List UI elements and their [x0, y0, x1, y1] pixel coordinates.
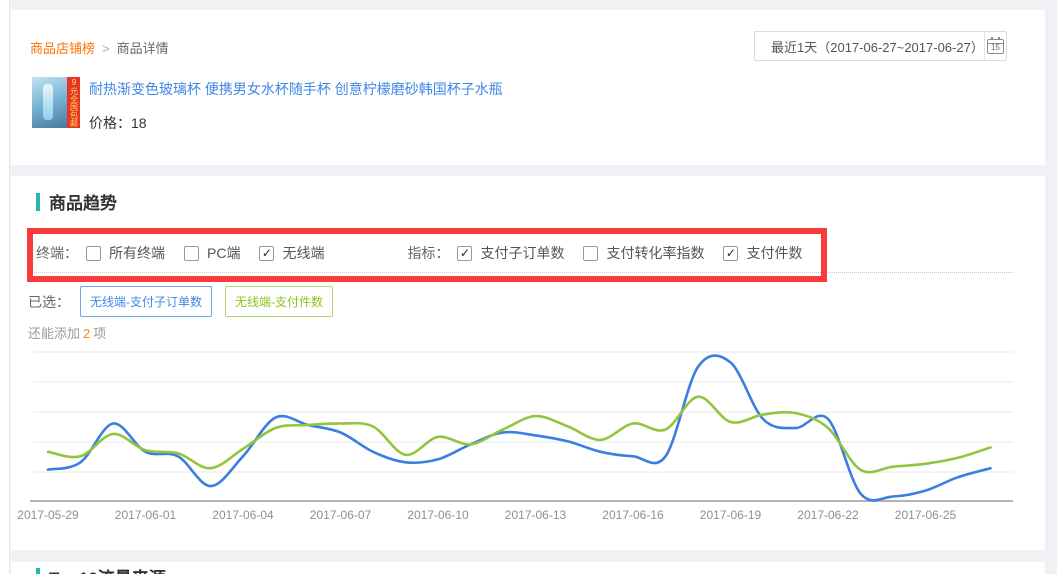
checkbox-box[interactable]: ✓: [457, 246, 472, 261]
checkbox-terminal-wireless[interactable]: ✓ 无线端: [259, 243, 324, 263]
left-rail: [0, 0, 10, 574]
trend-filter-row: 终端： 所有终端 PC端 ✓ 无线端 指标： ✓ 支付子订单数 支付转化率指数 …: [36, 238, 821, 268]
traffic-section-title: Top10流量来源: [49, 564, 166, 574]
checkbox-metric-pay-items[interactable]: ✓ 支付件数: [723, 243, 802, 263]
trend-section-title: 商品趋势: [49, 189, 117, 214]
checkbox-box[interactable]: [583, 246, 598, 261]
section-accent-bar: [36, 193, 40, 211]
terminal-filter-label: 终端：: [36, 243, 78, 263]
trend-section-header: 商品趋势: [36, 189, 117, 214]
trend-chart: 2017-05-29 2017-06-01 2017-06-04 2017-06-07…: [11, 340, 1045, 535]
svg-text:2017-06-16: 2017-06-16: [602, 508, 664, 522]
product-row: 9元全国包邮 耐热渐变色玻璃杯 便携男女水杯随手杯 创意柠檬磨砂韩国杯子水瓶 价…: [32, 77, 503, 133]
filter-divider: [30, 272, 1013, 273]
svg-text:2017-05-29: 2017-05-29: [17, 508, 79, 522]
svg-text:2017-06-01: 2017-06-01: [115, 508, 177, 522]
breadcrumb-separator: >: [102, 41, 110, 56]
product-price: 价格：18: [89, 113, 503, 133]
trend-chart-canvas[interactable]: 2017-05-29 2017-06-01 2017-06-04 2017-06-07…: [11, 340, 1045, 535]
svg-text:2017-06-13: 2017-06-13: [505, 508, 567, 522]
checkbox-box[interactable]: [86, 246, 101, 261]
svg-text:2017-06-19: 2017-06-19: [700, 508, 762, 522]
trend-card: 商品趋势 终端： 所有终端 PC端 ✓ 无线端 指标： ✓ 支付子订单数 支付转…: [11, 176, 1045, 550]
checkbox-label: 支付子订单数: [480, 243, 564, 263]
checkbox-terminal-pc[interactable]: PC端: [184, 243, 240, 263]
date-range-label: 最近1天（2017-06-27~2017-06-27）: [755, 37, 984, 56]
checkbox-label: 无线端: [282, 243, 324, 263]
traffic-section-header: Top10流量来源: [36, 564, 166, 574]
product-title-link[interactable]: 耐热渐变色玻璃杯 便携男女水杯随手杯 创意柠檬磨砂韩国杯子水瓶: [89, 79, 503, 99]
product-photo: [32, 77, 67, 128]
metric-filter-label: 指标：: [407, 243, 449, 263]
traffic-source-card: Top10流量来源: [11, 562, 1045, 574]
checkbox-box[interactable]: ✓: [723, 246, 738, 261]
svg-text:2017-06-07: 2017-06-07: [310, 508, 372, 522]
checkbox-box[interactable]: ✓: [259, 246, 274, 261]
svg-text:2017-06-04: 2017-06-04: [212, 508, 274, 522]
svg-text:2017-06-22: 2017-06-22: [797, 508, 859, 522]
remaining-count: 2: [83, 326, 90, 341]
calendar-button[interactable]: 15: [984, 32, 1006, 60]
checkbox-label: 所有终端: [109, 243, 165, 263]
selected-tag-wireless-suborders[interactable]: 无线端-支付子订单数: [80, 286, 212, 317]
metric-filter-group: 指标： ✓ 支付子订单数 支付转化率指数 ✓ 支付件数: [407, 243, 821, 263]
section-accent-bar: [36, 568, 40, 574]
checkbox-metric-pay-suborders[interactable]: ✓ 支付子订单数: [457, 243, 564, 263]
breadcrumb-current: 商品详情: [117, 41, 169, 56]
product-image[interactable]: 9元全国包邮: [32, 77, 80, 128]
product-badge: 9元全国包邮: [67, 77, 80, 128]
selected-metrics-row: 已选： 无线端-支付子订单数 无线端-支付件数: [28, 286, 346, 317]
svg-text:2017-06-10: 2017-06-10: [407, 508, 469, 522]
product-info: 耐热渐变色玻璃杯 便携男女水杯随手杯 创意柠檬磨砂韩国杯子水瓶 价格：18: [89, 77, 503, 133]
date-range-picker[interactable]: 最近1天（2017-06-27~2017-06-27） 15: [754, 31, 1007, 61]
selected-label: 已选：: [28, 292, 70, 312]
page-root: { "breadcrumb": { "parent": "商品店铺榜", "se…: [0, 0, 1057, 574]
checkbox-label: 支付转化率指数: [606, 243, 704, 263]
calendar-icon: 15: [987, 39, 1004, 54]
svg-text:2017-06-25: 2017-06-25: [895, 508, 957, 522]
breadcrumb: 商品店铺榜 > 商品详情: [30, 38, 169, 57]
checkbox-label: PC端: [207, 243, 240, 263]
product-summary-card: 商品店铺榜 > 商品详情 最近1天（2017-06-27~2017-06-27） 1…: [11, 10, 1045, 165]
checkbox-metric-conversion-index[interactable]: 支付转化率指数: [583, 243, 704, 263]
checkbox-terminal-all[interactable]: 所有终端: [86, 243, 165, 263]
breadcrumb-parent-link[interactable]: 商品店铺榜: [30, 41, 95, 56]
selected-tag-wireless-items[interactable]: 无线端-支付件数: [225, 286, 333, 317]
checkbox-box[interactable]: [184, 246, 199, 261]
checkbox-label: 支付件数: [746, 243, 802, 263]
